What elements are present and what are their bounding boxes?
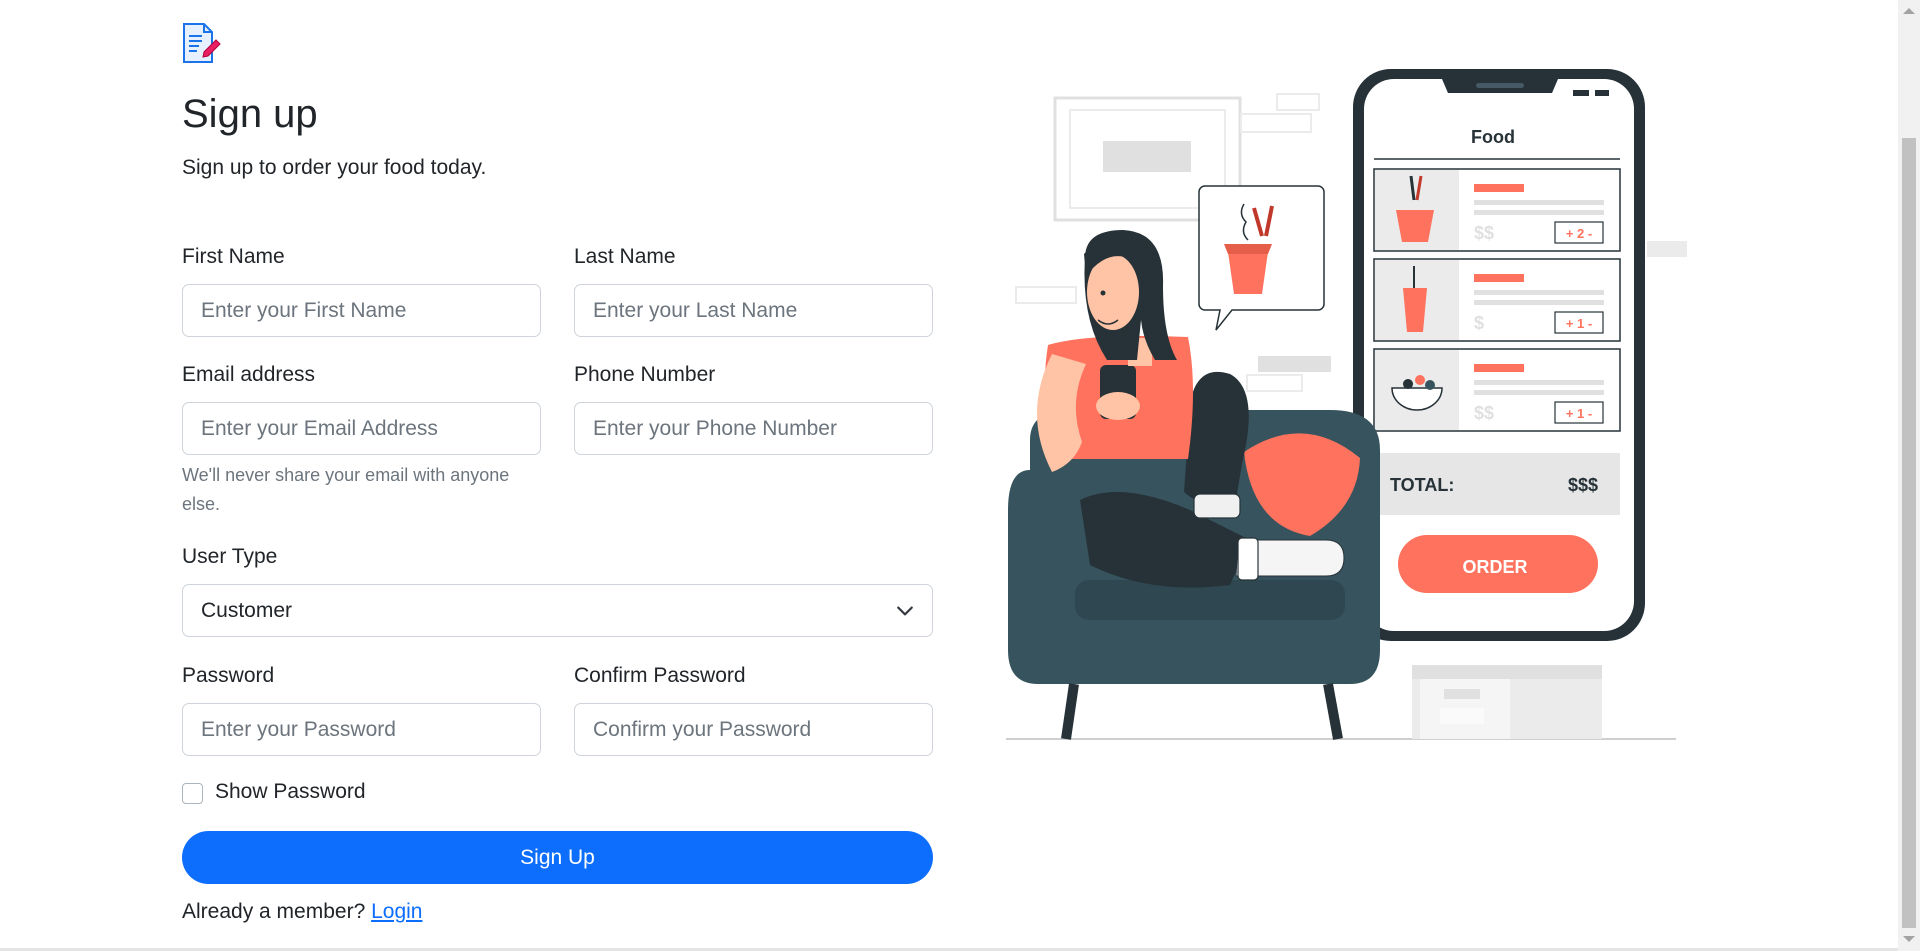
confirm-password-input[interactable] xyxy=(574,703,933,756)
user-type-select[interactable]: Customer xyxy=(182,584,933,637)
vertical-scrollbar[interactable] xyxy=(1898,0,1920,951)
password-input[interactable] xyxy=(182,703,541,756)
last-name-input[interactable] xyxy=(574,284,933,337)
phone-app-title: Food xyxy=(1471,127,1515,147)
user-type-selected: Customer xyxy=(201,599,293,622)
food-item-1-qty: + 2 - xyxy=(1566,226,1592,241)
box-icon xyxy=(1412,665,1602,739)
food-item-3: $$ + 1 - xyxy=(1373,348,1621,432)
speech-bubble xyxy=(1198,185,1325,331)
email-help-text: We'll never share your email with anyone… xyxy=(182,465,510,514)
first-name-input[interactable] xyxy=(182,284,541,337)
page-subtitle: Sign up to order your food today. xyxy=(182,156,487,179)
total-label: TOTAL: xyxy=(1390,475,1454,495)
password-label: Password xyxy=(182,664,275,687)
show-password-checkbox[interactable] xyxy=(182,783,203,804)
already-member-text: Already a member? Login xyxy=(182,900,422,924)
first-name-label: First Name xyxy=(182,245,285,268)
food-item-3-qty: + 1 - xyxy=(1566,406,1592,421)
food-item-2-qty: + 1 - xyxy=(1566,316,1592,331)
email-input[interactable] xyxy=(182,402,541,455)
food-order-illustration: Food $$ + 2 - $ + 1 - $$ + 1 - TOTAL: $$… xyxy=(1006,69,1687,740)
document-edit-icon xyxy=(183,23,221,63)
last-name-label: Last Name xyxy=(574,245,676,268)
total-value: $$$ xyxy=(1568,475,1598,495)
scrollbar-thumb[interactable] xyxy=(1902,138,1916,928)
food-item-2-price: $ xyxy=(1474,313,1484,333)
phone-input[interactable] xyxy=(574,402,933,455)
food-item-1-price: $$ xyxy=(1474,223,1494,243)
show-password-label[interactable]: Show Password xyxy=(215,780,366,804)
phone-label: Phone Number xyxy=(574,363,716,386)
already-member-label: Already a member? xyxy=(182,900,366,923)
login-link[interactable]: Login xyxy=(371,900,422,923)
sign-up-button[interactable]: Sign Up xyxy=(182,831,933,884)
signup-page: Sign up Sign up to order your food today… xyxy=(0,0,1898,951)
scroll-up-arrow-icon[interactable] xyxy=(1903,8,1915,14)
order-button-graphic: ORDER xyxy=(1462,557,1527,577)
chevron-down-icon xyxy=(897,606,913,616)
confirm-password-label: Confirm Password xyxy=(574,664,746,687)
food-item-1: $$ + 2 - xyxy=(1373,168,1621,252)
food-item-3-price: $$ xyxy=(1474,403,1494,423)
user-type-label: User Type xyxy=(182,545,278,568)
phone-mockup: Food $$ + 2 - $ + 1 - $$ + 1 - TOTAL: $$… xyxy=(1353,69,1645,641)
food-item-2: $ + 1 - xyxy=(1373,258,1621,342)
page-title: Sign up xyxy=(182,92,318,136)
email-label: Email address xyxy=(182,363,316,386)
scroll-down-arrow-icon[interactable] xyxy=(1903,936,1915,942)
